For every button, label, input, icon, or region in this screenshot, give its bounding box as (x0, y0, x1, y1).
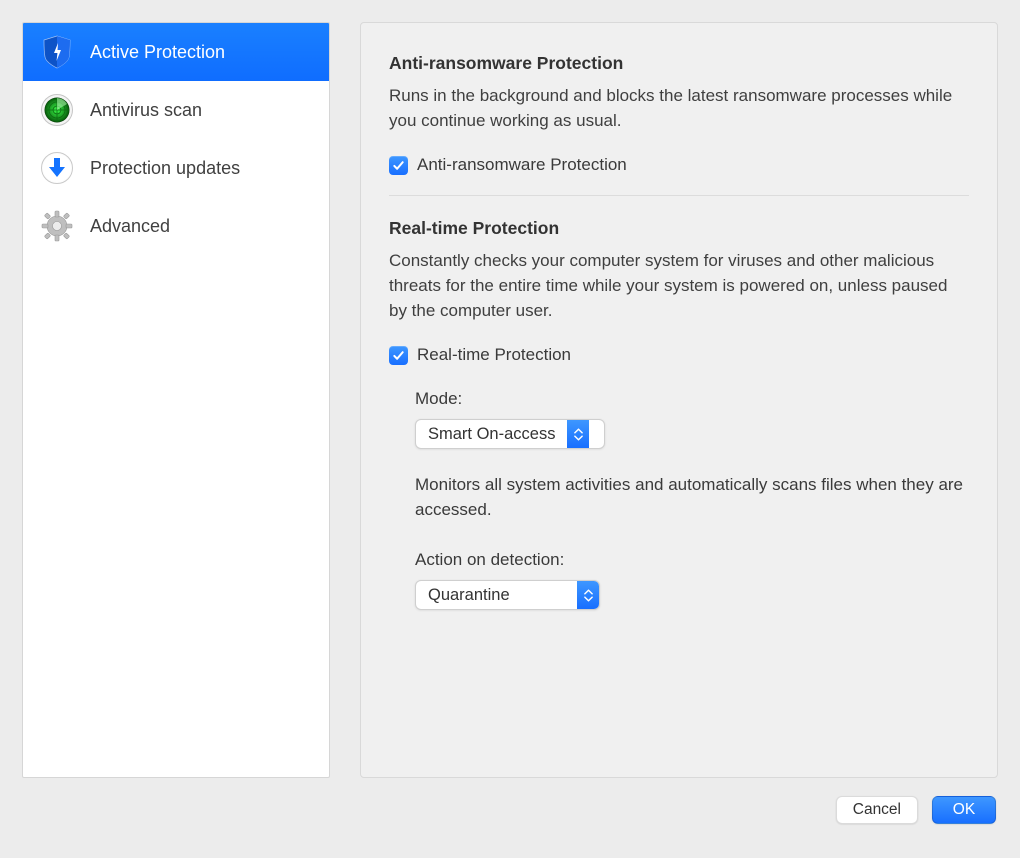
divider (389, 195, 969, 196)
cancel-button[interactable]: Cancel (836, 796, 918, 824)
mode-group: Mode: Smart On-access Monitors all syste… (389, 389, 969, 610)
download-arrow-icon (39, 150, 75, 186)
sidebar-item-protection-updates[interactable]: Protection updates (23, 139, 329, 197)
mode-description: Monitors all system activities and autom… (415, 473, 969, 522)
sidebar-item-label: Active Protection (90, 42, 225, 63)
radar-icon (39, 92, 75, 128)
action-label: Action on detection: (415, 550, 969, 570)
section-desc: Runs in the background and blocks the la… (389, 84, 969, 133)
ok-button[interactable]: OK (932, 796, 996, 824)
select-stepper-icon (567, 420, 589, 448)
gear-icon (39, 208, 75, 244)
sidebar-item-label: Protection updates (90, 158, 240, 179)
section-title: Real-time Protection (389, 218, 969, 239)
select-stepper-icon (577, 581, 599, 609)
checkbox-label: Anti-ransomware Protection (417, 155, 627, 175)
action-group: Action on detection: Quarantine (415, 550, 969, 610)
checkbox-label: Real-time Protection (417, 345, 571, 365)
checkbox-checked-icon (389, 346, 408, 365)
anti-ransomware-checkbox-row[interactable]: Anti-ransomware Protection (389, 155, 969, 175)
realtime-section: Real-time Protection Constantly checks y… (389, 218, 969, 610)
sidebar-item-label: Antivirus scan (90, 100, 202, 121)
action-select-value: Quarantine (416, 581, 577, 609)
sidebar-item-advanced[interactable]: Advanced (23, 197, 329, 255)
sidebar-item-antivirus-scan[interactable]: Antivirus scan (23, 81, 329, 139)
section-title: Anti-ransomware Protection (389, 53, 969, 74)
sidebar: Active Protection (22, 22, 330, 778)
action-select[interactable]: Quarantine (415, 580, 600, 610)
realtime-checkbox-row[interactable]: Real-time Protection (389, 345, 969, 365)
checkbox-checked-icon (389, 156, 408, 175)
shield-icon (39, 34, 75, 70)
main-panel: Anti-ransomware Protection Runs in the b… (360, 22, 998, 778)
sidebar-item-label: Advanced (90, 216, 170, 237)
dialog-footer: Cancel OK (0, 778, 1020, 824)
mode-select-value: Smart On-access (416, 420, 567, 448)
mode-label: Mode: (415, 389, 969, 409)
section-desc: Constantly checks your computer system f… (389, 249, 969, 323)
sidebar-item-active-protection[interactable]: Active Protection (23, 23, 329, 81)
anti-ransomware-section: Anti-ransomware Protection Runs in the b… (389, 53, 969, 175)
mode-select[interactable]: Smart On-access (415, 419, 605, 449)
